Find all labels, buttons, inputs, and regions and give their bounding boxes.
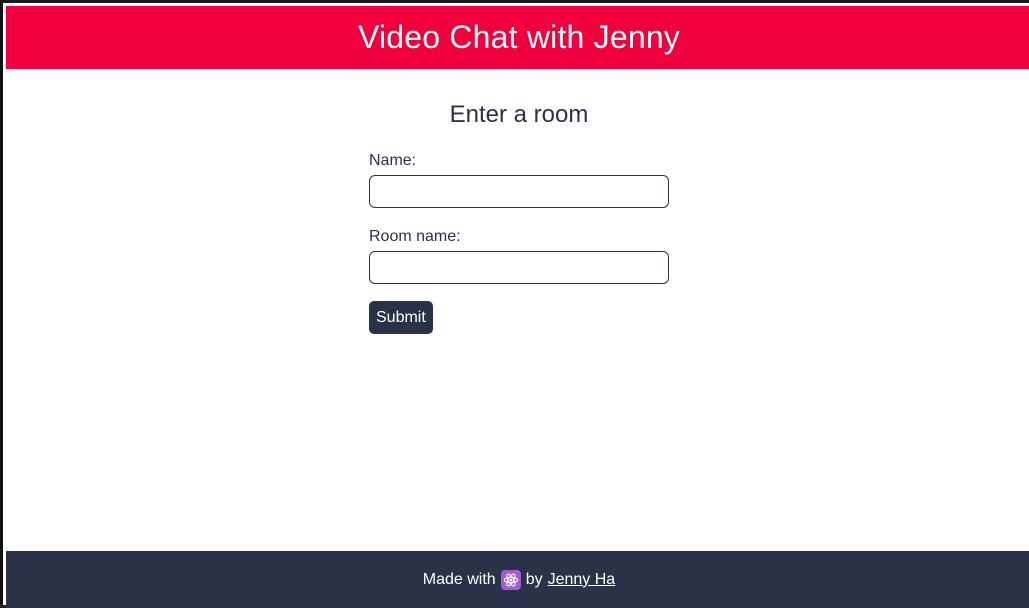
- name-input[interactable]: [369, 175, 669, 208]
- app-window: Video Chat with Jenny Enter a room Name:…: [0, 0, 1029, 608]
- footer-by: by: [525, 570, 543, 588]
- author-link[interactable]: Jenny Ha: [548, 571, 616, 589]
- react-atom-icon: [500, 569, 521, 590]
- room-field-group: Room name:: [369, 227, 669, 284]
- room-name-label: Room name:: [369, 228, 461, 245]
- submit-button[interactable]: Submit: [369, 301, 433, 334]
- name-field-group: Name:: [369, 151, 669, 208]
- app-title: Video Chat with Jenny: [357, 19, 681, 55]
- name-label: Name:: [369, 152, 417, 169]
- page-title: Enter a room: [449, 101, 589, 128]
- footer-made-with: Made with: [422, 570, 496, 588]
- join-room-form: Name: Room name: Submit: [369, 151, 669, 334]
- room-name-input[interactable]: [369, 251, 669, 284]
- app-header: Video Chat with Jenny: [6, 6, 1029, 69]
- footer: Made with by Jenny Ha: [6, 551, 1029, 608]
